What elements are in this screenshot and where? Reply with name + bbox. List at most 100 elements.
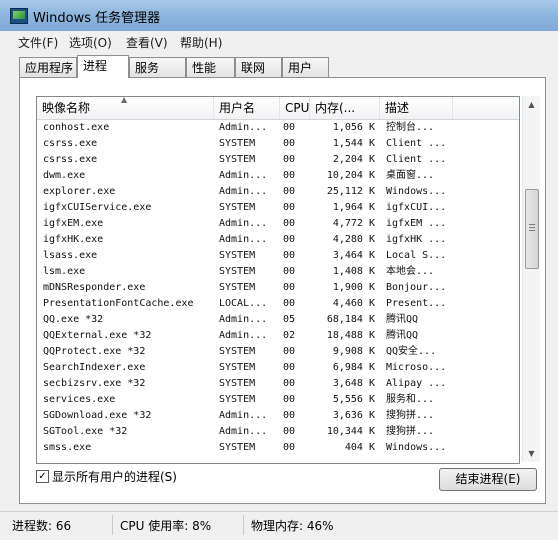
process-memory: 4,772 K [332,218,375,229]
column-cpu[interactable]: CPU [280,97,310,119]
table-row[interactable]: QQProtect.exe *32 SYSTEM 00 9,908 K QQ安全... [37,344,519,360]
process-description: Windows... [386,186,447,197]
process-description: Client ... [386,138,447,149]
process-cpu: 00 [283,410,296,421]
process-name: igfxHK.exe [43,234,104,245]
task-manager-window: Windows 任务管理器 文件(F) 选项(O) 查看(V) 帮助(H) 应用… [0,0,558,540]
client-area: 应用程序 进程 服务 性能 联网 用户 ▲ 映像名称 用户名 CPU 内存(..… [0,52,558,539]
process-memory: 25,112 K [326,186,375,197]
process-list[interactable]: ▲ 映像名称 用户名 CPU 内存(... 描述 conhost.exe Admi… [36,96,520,464]
physical-memory: 物理内存: 46% [251,519,334,533]
menu-bar: 文件(F) 选项(O) 查看(V) 帮助(H) [0,31,558,52]
menu-view[interactable]: 查看(V) [126,34,168,51]
process-user: SYSTEM [219,378,256,389]
menu-options[interactable]: 选项(O) [69,34,112,51]
table-row[interactable]: igfxEM.exe Admin... 00 4,772 K igfxEM ... [37,216,519,232]
cpu-usage: CPU 使用率: 8% [120,519,212,533]
tab-processes[interactable]: 进程 [77,55,129,78]
table-row[interactable]: igfxHK.exe Admin... 00 4,280 K igfxHK ... [37,232,519,248]
process-cpu: 00 [283,250,296,261]
table-row[interactable]: csrss.exe SYSTEM 00 1,544 K Client ... [37,136,519,152]
check-icon: ✓ [38,471,47,482]
process-memory: 3,636 K [332,410,375,421]
process-memory: 5,556 K [332,394,375,405]
table-row[interactable]: lsm.exe SYSTEM 00 1,408 K 本地会... [37,264,519,280]
process-cpu: 00 [283,346,296,357]
process-cpu: 05 [283,314,296,325]
scroll-thumb[interactable] [525,189,539,269]
tab-networking[interactable]: 联网 [235,57,282,77]
process-name: QQExternal.exe *32 [43,330,152,341]
tab-users[interactable]: 用户 [282,57,329,77]
column-description[interactable]: 描述 [380,97,453,119]
process-description: 搜狗拼... [386,410,435,421]
process-user: SYSTEM [219,138,256,149]
vertical-scrollbar[interactable]: ▲ ▼ [522,96,540,462]
table-row[interactable]: lsass.exe SYSTEM 00 3,464 K Local S... [37,248,519,264]
menu-file[interactable]: 文件(F) [18,34,58,51]
column-label: 映像名称 [42,101,91,115]
table-row[interactable]: mDNSResponder.exe SYSTEM 00 1,900 K Bonjour.… [37,280,519,296]
process-name: SGTool.exe *32 [43,426,128,437]
process-user: SYSTEM [219,346,256,357]
scroll-down-icon[interactable]: ▼ [523,445,540,462]
process-description: QQ安全... [386,346,437,357]
show-all-users-checkbox[interactable]: ✓ [36,470,49,483]
column-user[interactable]: 用户名 [214,97,280,119]
table-row[interactable]: igfxCUIService.exe SYSTEM 00 1,964 K igfxCUI… [37,200,519,216]
grip-line [529,224,535,225]
table-row[interactable]: PresentationFontCache.exe LOCAL... 00 4,460… [37,296,519,312]
table-row[interactable]: conhost.exe Admin... 00 1,056 K 控制台... [37,120,519,136]
process-user: Admin... [219,234,268,245]
tab-applications[interactable]: 应用程序 [19,57,77,77]
process-description: 桌面窗... [386,170,435,181]
table-row[interactable]: services.exe SYSTEM 00 5,556 K 服务和... [37,392,519,408]
process-cpu: 00 [283,282,296,293]
process-cpu: 00 [283,218,296,229]
process-description: Present... [386,298,447,309]
end-process-button[interactable]: 结束进程(E) [439,468,537,491]
process-memory: 3,648 K [332,378,375,389]
process-memory: 4,460 K [332,298,375,309]
process-user: SYSTEM [219,202,256,213]
table-row[interactable]: smss.exe SYSTEM 00 404 K Windows... [37,440,519,456]
scroll-up-icon[interactable]: ▲ [523,96,540,113]
process-cpu: 00 [283,170,296,181]
window-title: Windows 任务管理器 [33,11,161,26]
process-memory: 10,344 K [326,426,375,437]
process-cpu: 00 [283,394,296,405]
process-user: Admin... [219,410,268,421]
process-user: SYSTEM [219,154,256,165]
table-row[interactable]: explorer.exe Admin... 00 25,112 K Windows... [37,184,519,200]
process-memory: 1,544 K [332,138,375,149]
process-cpu: 00 [283,234,296,245]
process-cpu: 00 [283,442,296,453]
process-user: Admin... [219,170,268,181]
tab-services[interactable]: 服务 [129,57,186,77]
show-all-users-label[interactable]: 显示所有用户的进程(S) [52,468,177,485]
table-row[interactable]: dwm.exe Admin... 00 10,204 K 桌面窗... [37,168,519,184]
table-row[interactable]: secbizsrv.exe *32 SYSTEM 00 3,648 K Alipay .… [37,376,519,392]
process-description: 服务和... [386,394,435,405]
table-row[interactable]: QQ.exe *32 Admin... 05 68,184 K 腾讯QQ [37,312,519,328]
process-cpu: 00 [283,426,296,437]
column-memory[interactable]: 内存(... [310,97,380,119]
process-name: igfxCUIService.exe [43,202,152,213]
process-memory: 18,488 K [326,330,375,341]
table-row[interactable]: QQExternal.exe *32 Admin... 02 18,488 K 腾讯QQ [37,328,519,344]
table-row[interactable]: csrss.exe SYSTEM 00 2,204 K Client ... [37,152,519,168]
process-name: csrss.exe [43,154,98,165]
table-row[interactable]: SGDownload.exe *32 Admin... 00 3,636 K 搜狗拼..… [37,408,519,424]
process-user: SYSTEM [219,250,256,261]
column-image-name[interactable]: ▲ 映像名称 [37,97,214,119]
table-row[interactable]: SearchIndexer.exe SYSTEM 00 6,984 K Microso.… [37,360,519,376]
process-memory: 4,280 K [332,234,375,245]
process-memory: 2,204 K [332,154,375,165]
process-name: mDNSResponder.exe [43,282,146,293]
grip-line [529,227,535,228]
title-bar[interactable]: Windows 任务管理器 [0,0,558,31]
tab-performance[interactable]: 性能 [186,57,235,77]
menu-help[interactable]: 帮助(H) [180,34,222,51]
process-memory: 1,900 K [332,282,375,293]
table-row[interactable]: SGTool.exe *32 Admin... 00 10,344 K 搜狗拼... [37,424,519,440]
